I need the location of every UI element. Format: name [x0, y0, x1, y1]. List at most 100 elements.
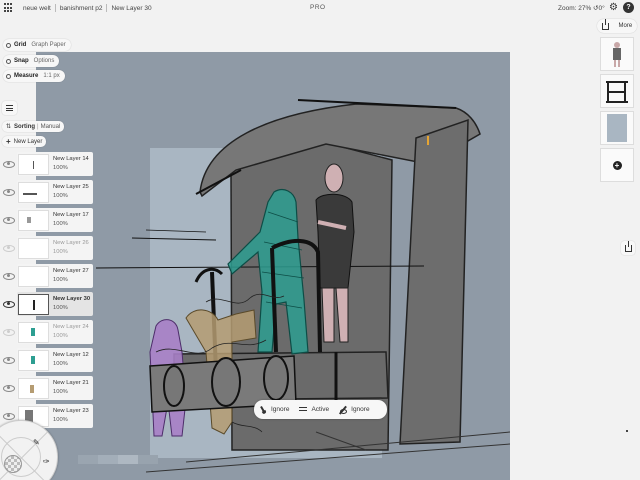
- breadcrumb: neue welt banishment p2 New Layer 30: [19, 4, 156, 12]
- lines-icon: [299, 406, 308, 414]
- layer-name: New Layer 23: [53, 408, 89, 414]
- layer-opacity: 100%: [53, 193, 68, 199]
- layer-thumbnail: [18, 265, 49, 287]
- eye-icon[interactable]: [3, 188, 15, 196]
- layer-opacity: 100%: [53, 249, 68, 255]
- layer-opacity: 100%: [53, 389, 68, 395]
- grid-toggle-icon: [6, 42, 11, 48]
- snap-value[interactable]: Options: [34, 58, 55, 64]
- layer-opacity: 100%: [53, 277, 68, 283]
- zoom-readout[interactable]: Zoom: 27% ↺0°: [558, 4, 605, 12]
- gear-icon[interactable]: ⚙: [608, 2, 619, 13]
- breadcrumb-item-project[interactable]: neue welt: [19, 5, 55, 12]
- layers-menu-icon[interactable]: [2, 101, 17, 115]
- layer-name: New Layer 17: [53, 212, 89, 218]
- sorting-label: Sorting: [14, 123, 36, 130]
- layer-thumbnail: [18, 181, 49, 203]
- tool-label: Ignore: [351, 406, 370, 413]
- sorting-control[interactable]: ⇅ Sorting | Manual: [2, 121, 65, 132]
- export-icon[interactable]: [621, 240, 635, 255]
- layer-item[interactable]: New Layer 14 100%: [0, 150, 96, 178]
- eye-icon[interactable]: [3, 300, 15, 308]
- layer-card[interactable]: New Layer 27 100%: [17, 264, 93, 288]
- reference-paper-thumb: [607, 114, 627, 142]
- grid-control[interactable]: Grid Graph Paper: [3, 39, 71, 51]
- reference-image[interactable]: [600, 74, 634, 108]
- layer-card[interactable]: New Layer 14 100%: [17, 152, 93, 176]
- measure-value[interactable]: 1:1 px: [43, 73, 59, 79]
- layer-name: New Layer 24: [53, 324, 89, 330]
- grid-value[interactable]: Graph Paper: [31, 42, 65, 48]
- eraser-icon: [339, 406, 348, 414]
- add-reference-button[interactable]: +: [600, 148, 634, 182]
- layer-card[interactable]: New Layer 26 100%: [17, 236, 93, 260]
- eye-icon[interactable]: [3, 160, 15, 168]
- tool-label: Active: [311, 406, 330, 413]
- breadcrumb-item-layer[interactable]: New Layer 30: [107, 5, 155, 12]
- layer-name: New Layer 27: [53, 268, 89, 274]
- layer-item[interactable]: New Layer 27 100%: [0, 262, 96, 290]
- measure-label: Measure: [14, 73, 39, 79]
- tool-lines-mode[interactable]: Active: [294, 400, 334, 419]
- layer-item[interactable]: New Layer 21 100%: [0, 374, 96, 402]
- gallery-grid-icon[interactable]: [4, 3, 14, 13]
- layer-card[interactable]: New Layer 17 100%: [17, 208, 93, 232]
- pen-tool-icon[interactable]: ✑: [43, 457, 50, 466]
- layer-card[interactable]: New Layer 24 100%: [17, 320, 93, 344]
- layer-opacity: 100%: [53, 305, 68, 311]
- layer-item[interactable]: New Layer 24 100%: [0, 318, 96, 346]
- grid-label: Grid: [14, 42, 27, 48]
- eye-icon[interactable]: [3, 272, 15, 280]
- layer-opacity: 100%: [53, 165, 68, 171]
- layer-item[interactable]: New Layer 26 100%: [0, 234, 96, 262]
- eye-icon[interactable]: [3, 244, 15, 252]
- new-layer-label: New Layer: [13, 138, 43, 145]
- sort-icon: ⇅: [6, 124, 12, 130]
- eye-icon[interactable]: [3, 216, 15, 224]
- reference-image[interactable]: [600, 111, 634, 145]
- layer-name: New Layer 21: [53, 380, 89, 386]
- eye-icon[interactable]: [3, 384, 15, 392]
- snap-toggle-icon: [6, 58, 11, 64]
- layer-opacity: 100%: [53, 361, 68, 367]
- tool-brush-mode[interactable]: Ignore: [254, 400, 294, 419]
- cursor-dot: [626, 430, 628, 432]
- brush-tool-icon[interactable]: ✎: [33, 438, 40, 447]
- more-button[interactable]: More: [597, 18, 637, 33]
- snap-control[interactable]: Snap Options: [3, 55, 60, 67]
- layer-item-selected[interactable]: New Layer 30 100%: [0, 290, 96, 318]
- layer-card[interactable]: New Layer 21 100%: [17, 376, 93, 400]
- tool-eraser-mode[interactable]: Ignore: [334, 400, 374, 419]
- plus-icon: +: [6, 136, 11, 146]
- help-icon[interactable]: ?: [623, 2, 634, 13]
- reference-sketch-thumb: [606, 81, 628, 103]
- layer-thumbnail: [18, 349, 49, 371]
- eye-icon[interactable]: [3, 328, 15, 336]
- sorting-separator: |: [37, 123, 39, 130]
- layer-thumbnail: [18, 321, 49, 343]
- layer-card[interactable]: New Layer 30 100%: [17, 292, 93, 316]
- layer-name: New Layer 12: [53, 352, 89, 358]
- layer-thumbnail: [18, 377, 49, 399]
- layer-item[interactable]: New Layer 12 100%: [0, 346, 96, 374]
- reference-panel: +: [600, 37, 637, 182]
- layer-card[interactable]: New Layer 12 100%: [17, 348, 93, 372]
- breadcrumb-item-file[interactable]: banishment p2: [56, 5, 107, 12]
- eye-icon[interactable]: [3, 412, 15, 420]
- reference-image[interactable]: [600, 37, 634, 71]
- plus-circle-icon: +: [612, 160, 622, 170]
- new-layer-button[interactable]: + New Layer: [2, 136, 47, 147]
- eye-icon[interactable]: [3, 356, 15, 364]
- share-icon: [601, 18, 609, 30]
- layer-opacity: 100%: [53, 417, 68, 423]
- layer-name: New Layer 25: [53, 184, 89, 190]
- layer-opacity: 100%: [53, 333, 68, 339]
- layer-item[interactable]: New Layer 17 100%: [0, 206, 96, 234]
- color-strip: [78, 455, 158, 464]
- layer-name: New Layer 14: [53, 156, 89, 162]
- color-swatch[interactable]: [4, 455, 22, 473]
- measure-control[interactable]: Measure 1:1 px: [3, 70, 65, 82]
- layer-card[interactable]: New Layer 25 100%: [17, 180, 93, 204]
- layer-thumbnail: [18, 293, 49, 315]
- layer-item[interactable]: New Layer 25 100%: [0, 178, 96, 206]
